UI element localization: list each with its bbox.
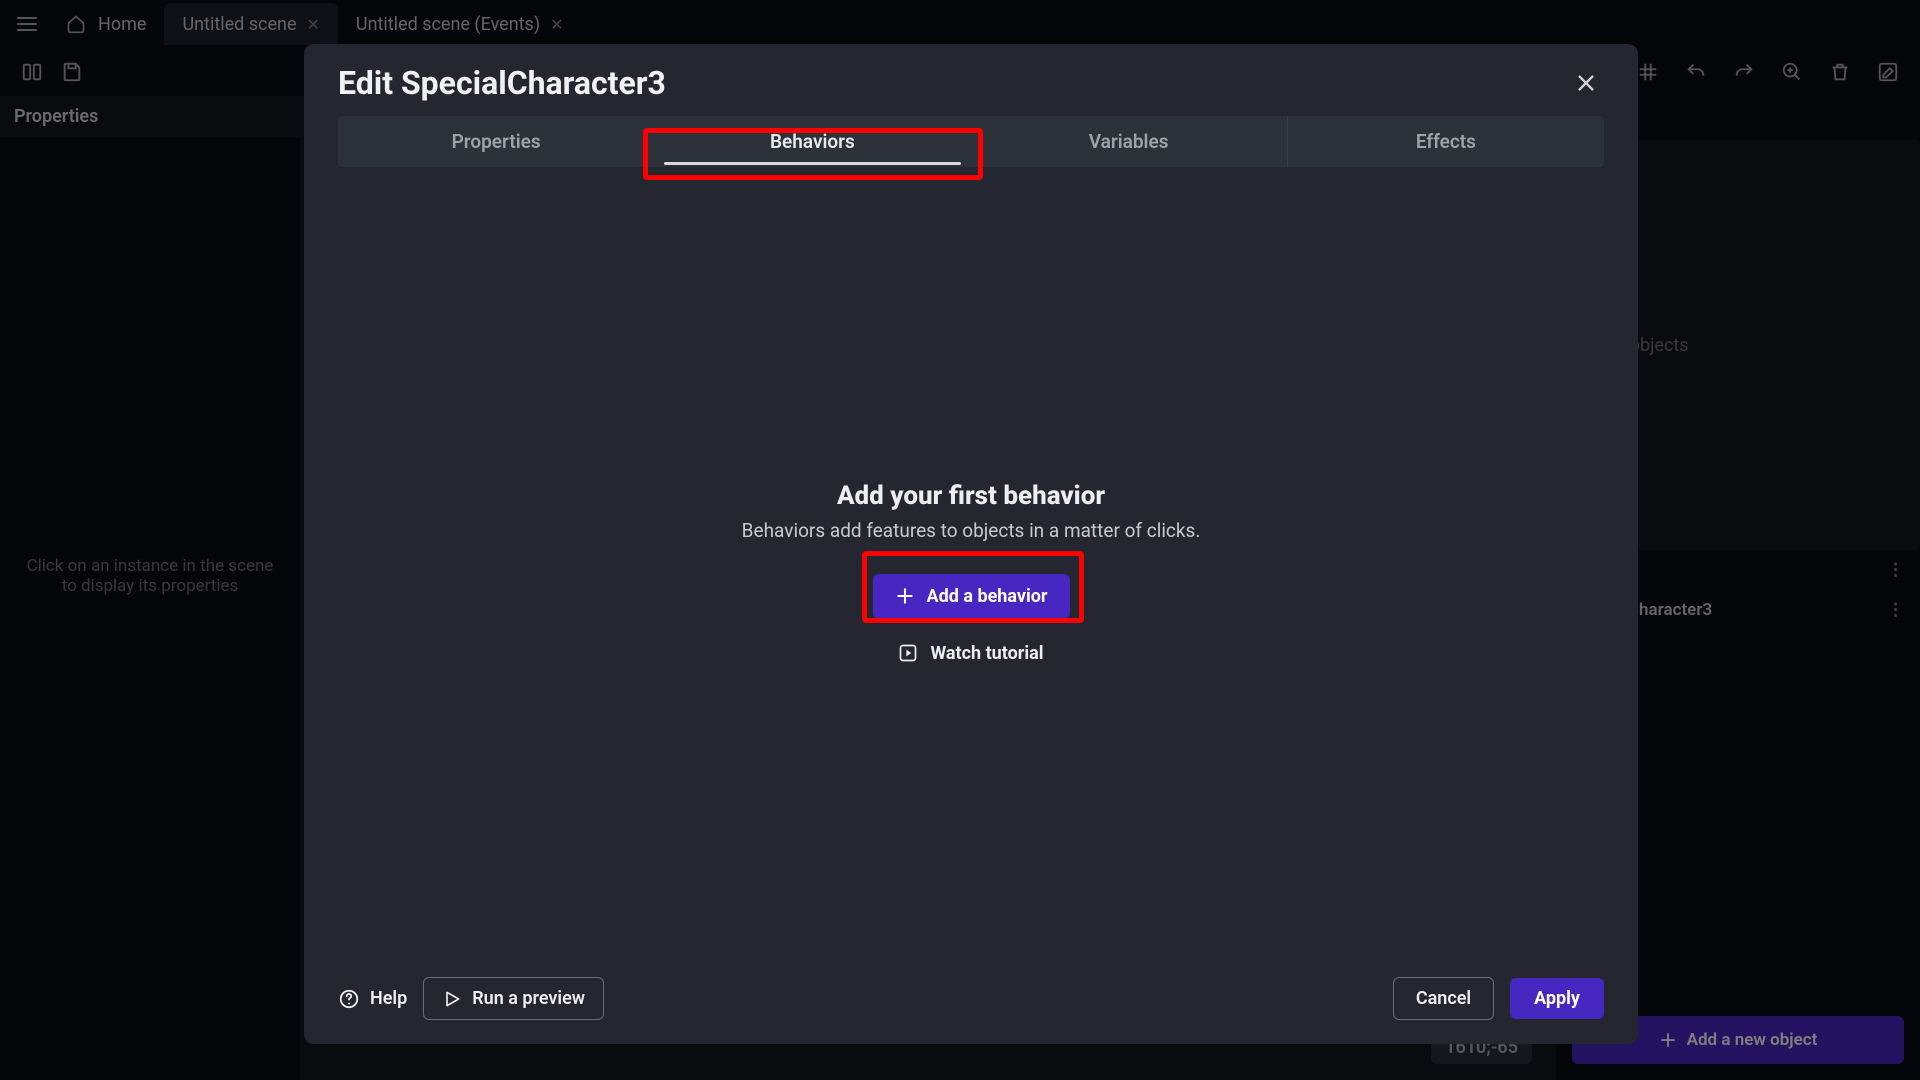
tab-variables[interactable]: Variables — [971, 116, 1287, 167]
cancel-button[interactable]: Cancel — [1393, 977, 1494, 1020]
dialog-tabs: Properties Behaviors Variables Effects — [338, 116, 1604, 167]
tab-properties[interactable]: Properties — [338, 116, 654, 167]
empty-state-subtitle: Behaviors add features to objects in a m… — [742, 519, 1201, 542]
edit-object-dialog: Edit SpecialCharacter3 Properties Behavi… — [304, 44, 1638, 1044]
add-behavior-label: Add a behavior — [927, 586, 1048, 607]
tab-label: Behaviors — [770, 130, 855, 153]
dialog-close-button[interactable] — [1568, 65, 1604, 101]
plus-icon — [895, 586, 915, 606]
help-button[interactable]: Help — [338, 988, 407, 1010]
close-icon — [1575, 72, 1597, 94]
cancel-label: Cancel — [1416, 988, 1471, 1009]
tab-behaviors[interactable]: Behaviors — [654, 116, 970, 167]
help-label: Help — [370, 988, 407, 1009]
apply-label: Apply — [1534, 988, 1580, 1009]
apply-button[interactable]: Apply — [1510, 978, 1604, 1019]
play-icon — [442, 989, 462, 1009]
empty-state-title: Add your first behavior — [837, 481, 1105, 511]
tab-effects[interactable]: Effects — [1288, 116, 1604, 167]
dialog-title: Edit SpecialCharacter3 — [338, 64, 666, 102]
preview-label: Run a preview — [472, 988, 585, 1009]
tutorial-label: Watch tutorial — [930, 643, 1043, 664]
play-icon — [898, 643, 918, 663]
tab-label: Variables — [1089, 130, 1169, 153]
help-icon — [338, 988, 360, 1010]
run-preview-button[interactable]: Run a preview — [423, 977, 604, 1020]
tab-label: Properties — [452, 130, 541, 153]
watch-tutorial-button[interactable]: Watch tutorial — [898, 643, 1043, 664]
tab-label: Effects — [1416, 130, 1476, 153]
add-behavior-button[interactable]: Add a behavior — [873, 574, 1070, 619]
